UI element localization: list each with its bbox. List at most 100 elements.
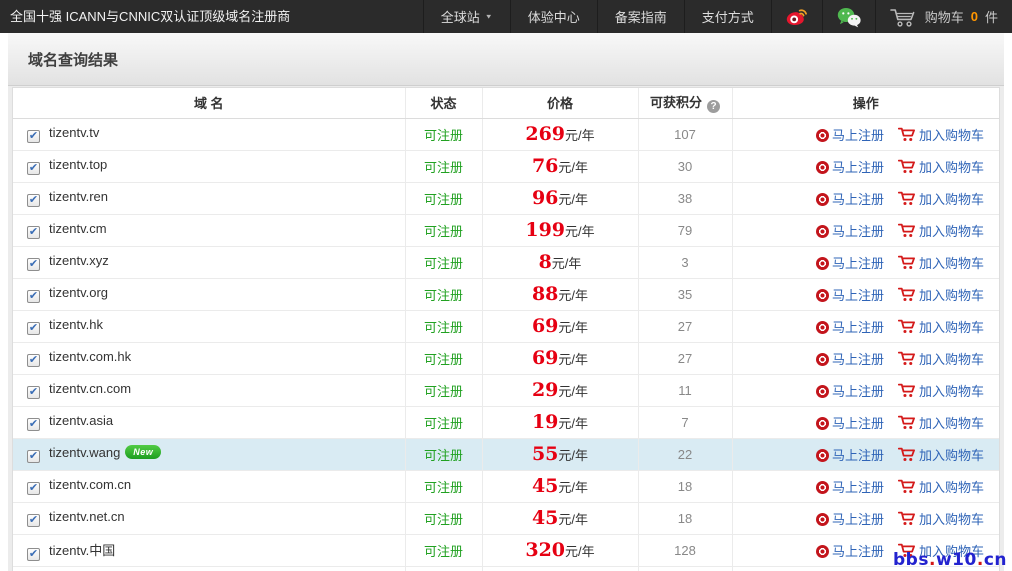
- register-now-link[interactable]: 马上注册: [815, 416, 884, 431]
- price-value: 19: [531, 411, 559, 433]
- help-icon[interactable]: ?: [707, 100, 720, 114]
- register-now-link[interactable]: 马上注册: [815, 224, 884, 239]
- status-cell: 可注册: [404, 470, 482, 503]
- price-value: 55: [531, 443, 559, 465]
- register-icon: [815, 288, 829, 302]
- domain-checkbox[interactable]: ✔: [27, 194, 40, 207]
- register-now-link[interactable]: 马上注册: [815, 544, 884, 559]
- results-table-container: 域 名 状态 价格 可获积分? 操作 ✔ tizentv.tv New 可注册 26…: [12, 87, 1000, 571]
- domain-name: tizentv.cm: [49, 221, 107, 236]
- status-cell: 可注册: [404, 374, 482, 407]
- add-to-cart-link[interactable]: 加入购物车: [897, 191, 984, 207]
- add-to-cart-link[interactable]: 加入购物车: [897, 415, 984, 431]
- register-icon: [815, 320, 829, 334]
- add-to-cart-link[interactable]: 加入购物车: [897, 255, 984, 271]
- add-to-cart-link[interactable]: 加入购物车: [897, 127, 984, 143]
- domain-cell: ✔tizentv.中国New: [13, 534, 405, 567]
- register-now-link[interactable]: 马上注册: [815, 160, 884, 175]
- register-now-link[interactable]: 马上注册: [815, 288, 884, 303]
- domain-checkbox[interactable]: ✔: [27, 258, 40, 271]
- domain-checkbox[interactable]: ✔: [27, 514, 40, 527]
- domain-checkbox[interactable]: ✔: [27, 450, 40, 463]
- action-cell: 马上注册 加入购物车: [731, 470, 999, 503]
- action-cell: 马上注册 加入购物车: [731, 246, 999, 279]
- domain-cell: ✔tizentv.com.hkNew: [13, 342, 405, 375]
- add-to-cart-link[interactable]: 加入购物车: [897, 287, 984, 303]
- cart-summary[interactable]: 购物车 0 件: [874, 0, 1012, 33]
- cart-label: 购物车: [924, 10, 964, 25]
- action-cell: 马上注册 加入购物车: [731, 182, 999, 215]
- domain-checkbox[interactable]: ✔: [27, 547, 40, 561]
- add-to-cart-link[interactable]: 加入购物车: [897, 447, 984, 463]
- points-cell: 128: [637, 534, 732, 567]
- domain-checkbox[interactable]: ✔: [27, 162, 40, 175]
- nav-global-site[interactable]: 全球站 ▼: [422, 0, 510, 33]
- status-cell: 可注册: [404, 310, 482, 343]
- register-now-link[interactable]: 马上注册: [815, 480, 884, 495]
- table-row: ✔tizentv.tvNew 可注册 269元/年 107 马上注册加入购物车: [13, 118, 999, 151]
- price-cell: 269元/年: [481, 118, 638, 151]
- register-now-link[interactable]: 马上注册: [815, 256, 884, 271]
- add-to-cart-link[interactable]: 加入购物车: [897, 159, 984, 175]
- price-cell: 19元/年: [481, 406, 638, 439]
- action-cell: 马上注册 加入购物车: [731, 150, 999, 183]
- page-title: 域名查询结果: [28, 51, 119, 69]
- table-row: ✔ tizentv.wang New 可注册 55元/年 22 马上注册 加入购物车: [13, 438, 999, 471]
- price-cell: 320元/年: [481, 534, 638, 567]
- points-cell: 3: [637, 246, 732, 279]
- cart-icon: [897, 383, 915, 397]
- domain-checkbox[interactable]: ✔: [27, 482, 40, 495]
- price-value: 45: [531, 475, 559, 497]
- cart-icon: [897, 223, 915, 237]
- domain-checkbox[interactable]: ✔: [27, 226, 40, 239]
- points-cell: 27: [637, 310, 732, 343]
- points-cell: 107: [637, 118, 732, 151]
- add-to-cart-link[interactable]: 加入购物车: [897, 479, 984, 495]
- register-now-link[interactable]: 马上注册: [815, 128, 884, 143]
- add-to-cart-link[interactable]: 加入购物车: [897, 383, 984, 399]
- domain-cell: ✔tizentv.cmNew: [13, 214, 405, 247]
- nav-icp-guide[interactable]: 备案指南: [596, 0, 684, 33]
- cart-unit: 件: [984, 10, 998, 25]
- domain-name: tizentv.中国: [49, 542, 116, 558]
- register-now-link[interactable]: 马上注册: [815, 448, 884, 463]
- table-row: ✔tizentv.xyzNew 可注册 8元/年 3 马上注册加入购物车: [13, 246, 999, 279]
- domain-checkbox[interactable]: ✔: [27, 290, 40, 303]
- register-icon: [815, 448, 829, 462]
- nav-experience-center[interactable]: 体验中心: [509, 0, 597, 33]
- domain-name: tizentv.cn.com: [49, 381, 132, 396]
- price-unit: 元/年: [551, 256, 582, 271]
- price-cell: 69元/年: [481, 342, 638, 375]
- domain-checkbox[interactable]: ✔: [27, 322, 40, 335]
- domain-checkbox[interactable]: ✔: [27, 418, 40, 431]
- register-now-link[interactable]: 马上注册: [815, 352, 884, 367]
- nav-payment-methods[interactable]: 支付方式: [683, 0, 771, 33]
- add-to-cart-link[interactable]: 加入购物车: [897, 223, 984, 239]
- add-to-cart-link[interactable]: 加入购物车: [897, 351, 984, 367]
- add-to-cart-link[interactable]: 加入购物车: [897, 319, 984, 335]
- weibo-icon[interactable]: [770, 0, 822, 33]
- domain-name: tizentv.net.cn: [49, 509, 125, 524]
- domain-checkbox[interactable]: ✔: [27, 386, 40, 399]
- domain-checkbox[interactable]: ✔: [27, 354, 40, 367]
- register-icon: [815, 480, 829, 494]
- register-now-link[interactable]: 马上注册: [815, 384, 884, 399]
- col-header-status: 状态: [404, 88, 482, 119]
- domain-name: tizentv.ren: [49, 189, 109, 204]
- status-cell: 可注册: [404, 342, 482, 375]
- register-now-link[interactable]: 马上注册: [815, 320, 884, 335]
- domain-checkbox[interactable]: ✔: [27, 130, 40, 143]
- register-now-link[interactable]: 马上注册: [815, 512, 884, 527]
- domain-cell: ✔tizentv.tvNew: [13, 118, 405, 151]
- wechat-icon[interactable]: [821, 0, 875, 33]
- price-unit: 元/年: [558, 512, 589, 527]
- price-unit: 元/年: [558, 352, 589, 367]
- register-now-link[interactable]: 马上注册: [815, 192, 884, 207]
- add-to-cart-link[interactable]: 加入购物车: [897, 511, 984, 527]
- domain-name: tizentv.top: [49, 157, 108, 172]
- domain-cell: ✔ tizentv.wang New: [13, 438, 405, 471]
- price-value: 199: [525, 219, 566, 241]
- price-unit: 元/年: [565, 544, 595, 559]
- cart-icon: [897, 415, 915, 429]
- table-row: ✔tizentv.asiaNew 可注册 19元/年 7 马上注册加入购物车: [13, 406, 999, 439]
